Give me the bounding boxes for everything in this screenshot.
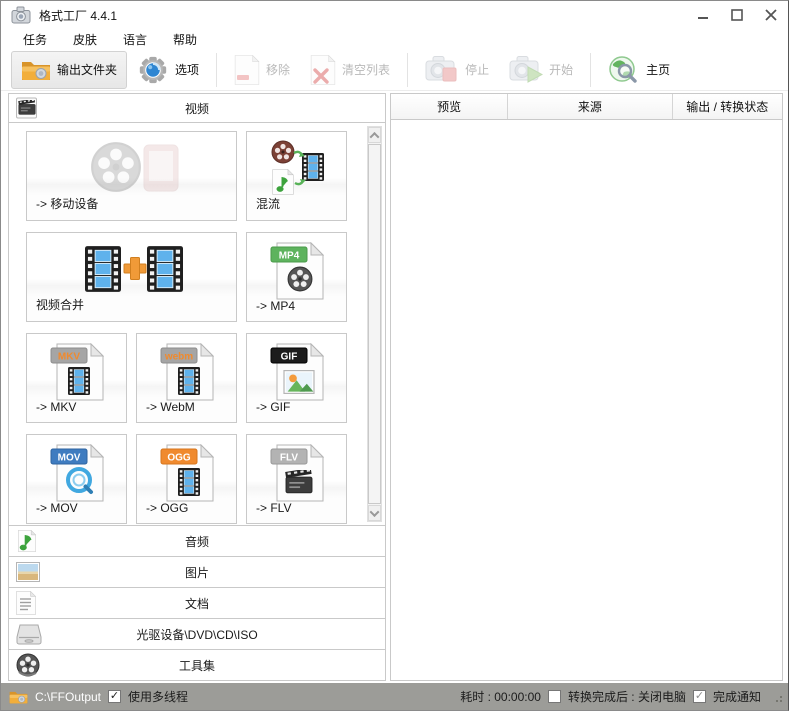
mux-icon (247, 139, 346, 197)
elapsed-time: 耗时 : 00:00:00 (460, 690, 541, 704)
tile-to-webm[interactable]: webm -> WebM (136, 333, 237, 423)
notify-label: 完成通知 (712, 690, 761, 704)
category-picture[interactable]: 图片 (8, 557, 386, 588)
resize-grip[interactable] (772, 692, 782, 702)
close-button[interactable] (754, 1, 788, 29)
tile-mux[interactable]: 混流 (246, 131, 347, 221)
app-window: 格式工厂 4.4.1 任务 皮肤 语言 帮助 输出文件夹 选项 移除 清空列表 … (0, 0, 789, 711)
gear-icon (137, 54, 169, 86)
toolbar-separator (216, 52, 218, 87)
toolbar: 输出文件夹 选项 移除 清空列表 停止 开始 主页 (1, 49, 788, 91)
svg-text:FLV: FLV (279, 453, 297, 464)
scrollbar-thumb[interactable] (368, 144, 381, 504)
multithread-label: 使用多线程 (128, 690, 189, 704)
video-tiles-area: -> 移动设备 混流 视频合并 MP4 -> MP4 MKV -> MKV we… (8, 123, 386, 526)
svg-text:MKV: MKV (57, 352, 80, 363)
mkv-file-icon: MKV (27, 341, 126, 401)
tile-to-mp4[interactable]: MP4 -> MP4 (246, 232, 347, 322)
task-list-header: 预览 来源 输出 / 转换状态 (390, 93, 783, 120)
stop-icon (425, 55, 457, 81)
category-panel: 视频 -> 移动设备 混流 视频合并 MP4 -> MP4 MKV -> MKV… (8, 93, 386, 681)
svg-text:webm: webm (163, 352, 192, 363)
tile-mobile-device[interactable]: -> 移动设备 (26, 131, 237, 221)
options-button[interactable]: 选项 (127, 51, 209, 89)
video-section-header[interactable]: 视频 (8, 93, 386, 123)
titlebar: 格式工厂 4.4.1 (1, 1, 788, 29)
remove-document-icon (234, 54, 260, 85)
task-panel: 预览 来源 输出 / 转换状态 (390, 93, 783, 681)
gif-file-icon: GIF (247, 341, 346, 401)
clear-list-button[interactable]: 清空列表 (300, 51, 400, 89)
svg-text:MP4: MP4 (278, 251, 299, 262)
column-output-status[interactable]: 输出 / 转换状态 (673, 94, 782, 119)
shutdown-after-checkbox[interactable] (547, 690, 561, 703)
mobile-device-ghost-icon (27, 139, 236, 195)
flv-file-icon: FLV (247, 442, 346, 502)
minimize-button[interactable] (686, 1, 720, 29)
tiles-scrollbar[interactable] (367, 126, 382, 522)
output-path-folder-icon (9, 689, 28, 705)
tile-to-flv[interactable]: FLV -> FLV (246, 434, 347, 524)
video-section-label: 视频 (184, 101, 209, 116)
main-area: 视频 -> 移动设备 混流 视频合并 MP4 -> MP4 MKV -> MKV… (1, 91, 788, 683)
output-path[interactable]: C:\FFOutput (35, 690, 101, 704)
category-optical-dvd-cd-iso[interactable]: 光驱设备\DVD\CD\ISO (8, 619, 386, 650)
svg-text:GIF: GIF (280, 352, 297, 363)
maximize-button[interactable] (720, 1, 754, 29)
svg-text:MOV: MOV (57, 453, 80, 464)
start-icon (509, 55, 544, 83)
remove-button[interactable]: 移除 (224, 51, 300, 89)
video-join-icon (27, 240, 236, 298)
ogg-file-icon: OGG (137, 442, 236, 502)
chevron-up-icon (369, 131, 380, 142)
menu-help[interactable]: 帮助 (163, 29, 207, 50)
mov-file-icon: MOV (27, 442, 126, 502)
clear-list-icon (310, 54, 336, 85)
tile-to-ogg[interactable]: OGG -> OGG (136, 434, 237, 524)
category-audio[interactable]: 音频 (8, 526, 386, 557)
tile-to-mov[interactable]: MOV -> MOV (26, 434, 127, 524)
chevron-down-icon (369, 506, 380, 517)
tile-to-gif[interactable]: GIF -> GIF (246, 333, 347, 423)
home-globe-icon (609, 55, 637, 83)
mp4-file-icon: MP4 (247, 240, 346, 300)
tile-to-mkv[interactable]: MKV -> MKV (26, 333, 127, 423)
shutdown-after-label: 转换完成后 : 关闭电脑 (567, 690, 686, 704)
window-title: 格式工厂 4.4.1 (39, 8, 118, 23)
output-folder-button[interactable]: 输出文件夹 (11, 50, 128, 89)
menu-tasks[interactable]: 任务 (13, 29, 57, 50)
tile-video-join[interactable]: 视频合并 (26, 232, 237, 322)
start-button[interactable]: 开始 (499, 51, 583, 89)
notify-checkbox[interactable] (692, 690, 706, 703)
task-list-empty-area[interactable] (390, 120, 783, 681)
toolbar-separator (407, 52, 409, 87)
toolbar-separator (590, 52, 592, 87)
home-button[interactable]: 主页 (598, 51, 680, 89)
app-logo-icon (11, 6, 31, 24)
category-toolset[interactable]: 工具集 (8, 650, 386, 681)
column-source[interactable]: 来源 (508, 94, 673, 119)
multithread-checkbox[interactable] (108, 690, 122, 703)
scroll-down-button[interactable] (368, 505, 381, 521)
output-folder-icon (21, 58, 51, 82)
stop-button[interactable]: 停止 (415, 51, 499, 89)
menubar: 任务 皮肤 语言 帮助 (1, 29, 788, 49)
statusbar: C:\FFOutput 使用多线程 耗时 : 00:00:00 转换完成后 : … (1, 683, 788, 710)
column-preview[interactable]: 预览 (391, 94, 509, 119)
svg-text:OGG: OGG (167, 453, 191, 464)
category-document[interactable]: 文档 (8, 588, 386, 619)
webm-file-icon: webm (137, 341, 236, 401)
menu-language[interactable]: 语言 (113, 29, 157, 50)
menu-skin[interactable]: 皮肤 (63, 29, 107, 50)
scroll-up-button[interactable] (368, 127, 381, 143)
